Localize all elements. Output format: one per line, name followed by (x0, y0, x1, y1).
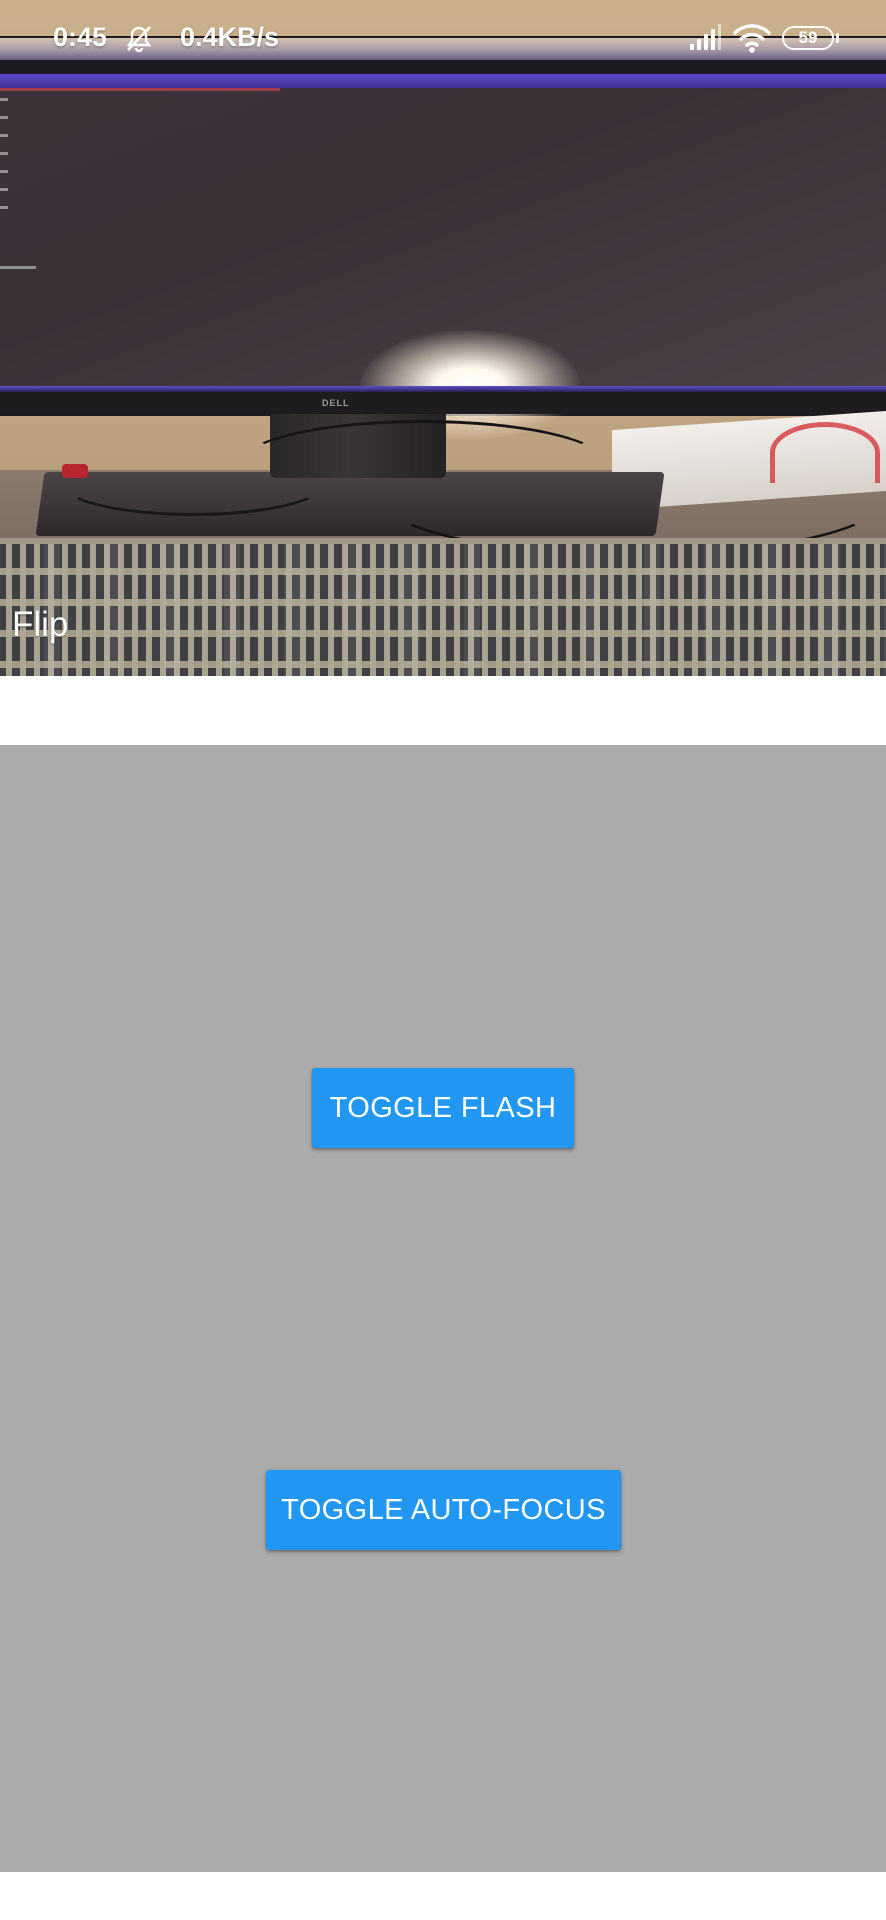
screen-text-dash (0, 266, 36, 269)
cable (60, 450, 326, 516)
network-speed: 0.4KB/s (180, 22, 280, 52)
controls-panel: TOGGLE FLASH TOGGLE AUTO-FOCUS (0, 745, 886, 1872)
screen-text-line (0, 88, 280, 91)
toggle-flash-button[interactable]: TOGGLE FLASH (312, 1068, 574, 1148)
signal-icon (690, 24, 721, 50)
flip-camera-button[interactable]: Flip (12, 605, 68, 645)
monitor-bezel (0, 392, 886, 414)
monitor-logo: DELL (322, 398, 350, 408)
cable-plug (62, 464, 88, 478)
screen-text-marks (0, 98, 8, 218)
battery-icon: 59 (782, 26, 834, 50)
wifi-icon (733, 24, 771, 53)
mute-icon (126, 26, 152, 53)
status-bar: 0:45 0.4KB/s 59 (0, 0, 886, 80)
battery-tip (836, 33, 839, 43)
status-time: 0:45 (53, 22, 108, 52)
keyboard-shine (0, 544, 886, 676)
toggle-autofocus-button[interactable]: TOGGLE AUTO-FOCUS (266, 1470, 621, 1550)
battery-level: 59 (798, 28, 818, 47)
camera-preview: DELL Flip (0, 0, 886, 676)
